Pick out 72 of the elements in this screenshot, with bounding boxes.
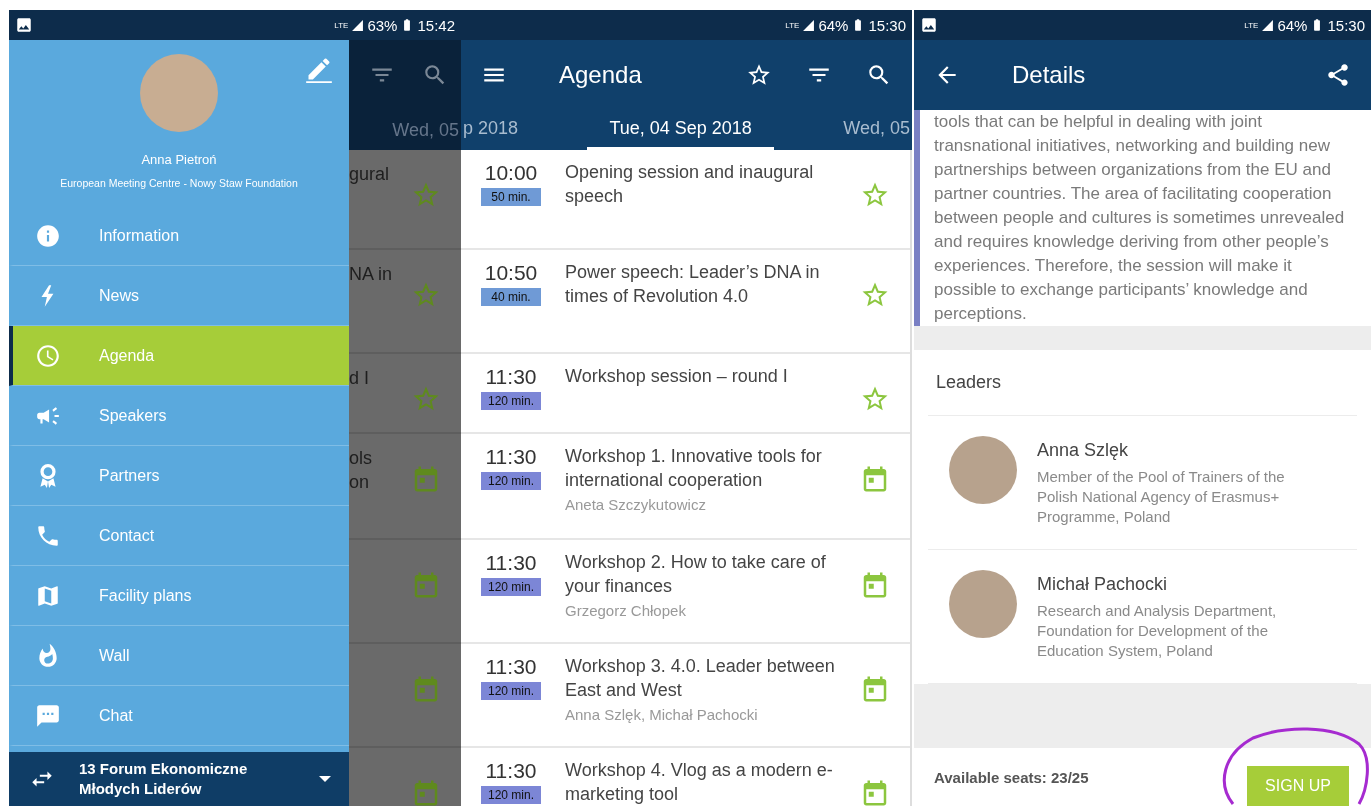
session-row[interactable]: 11:30 120 min. Workshop 3. 4.0. Leader between East and West Anna Szlęk, Michał Pachocki	[461, 644, 910, 748]
signal-icon	[802, 18, 816, 32]
event-title: 13 Forum Ekonomiczne Młodych Liderów	[79, 759, 249, 799]
session-title: Workshop 3. 4.0. Leader between East and West	[565, 655, 836, 702]
session-time: 11:30	[485, 758, 537, 784]
duration-badge: 120 min.	[481, 682, 541, 700]
session-time: 11:30	[485, 444, 537, 470]
leader-role: Research and Analysis Department, Foundation for Development of the Education System, Poland	[1037, 601, 1278, 661]
session-row[interactable]: 11:30 120 min. Workshop 4. Vlog as a modern e-marketing tool	[461, 748, 910, 806]
duration-badge: 120 min.	[481, 392, 541, 410]
duration-badge: 120 min.	[481, 786, 541, 804]
session-time: 11:30	[485, 654, 537, 680]
session-row[interactable]: 10:00 50 min. Opening session and inaugural speech	[461, 150, 910, 250]
info-icon	[35, 222, 61, 249]
profile-organization: European Meeting Centre - Nowy Staw Foundation	[60, 177, 298, 189]
duration-badge: 50 min.	[481, 188, 541, 206]
clock-icon	[35, 342, 61, 369]
battery-level: 63%	[367, 16, 398, 34]
session-speakers: Anna Szlęk, Michał Pachocki	[565, 706, 759, 723]
session-row[interactable]: 11:30 120 min. Workshop 1. Innovative tools for international cooperation Aneta Szczykutowicz	[461, 434, 910, 540]
date-tab[interactable]: Tue, 04 Sep 2018	[587, 110, 774, 150]
session-row[interactable]: 10:50 40 min. Power speech: Leader’s DNA in times of Revolution 4.0	[461, 250, 910, 354]
leader-name: Michał Pachocki	[1037, 574, 1169, 595]
share-icon[interactable]	[1325, 62, 1351, 88]
session-title-fragment: ols	[349, 447, 372, 470]
duration-badge: 40 min.	[481, 288, 541, 306]
screen-title: Agenda	[559, 61, 642, 89]
screen-title: Details	[1012, 61, 1086, 89]
network-type: LTE	[1244, 20, 1259, 30]
date-tab-label: Wed, 05	[392, 119, 459, 141]
session-row[interactable]: 11:30 120 min. Workshop 2. How to take care of your finances Grzegorz Chłopek	[461, 540, 910, 644]
leader-role: Member of the Pool of Trainers of the Polish National Agency of Erasmus+ Programme, Poland	[1037, 467, 1286, 527]
session-title-fragment: d I	[349, 367, 369, 390]
date-tab[interactable]: Wed, 05	[841, 110, 912, 150]
duration-badge: 120 min.	[481, 472, 541, 490]
date-tab[interactable]: p 2018	[461, 110, 521, 150]
leader-row[interactable]: Michał Pachocki Research and Analysis Department, Foundation for Development of the Education System, Poland	[928, 550, 1357, 684]
session-title-fragment: NA in	[349, 263, 393, 286]
chat-bubble-icon	[35, 702, 61, 729]
network-type: LTE	[334, 20, 349, 30]
network-type: LTE	[785, 20, 800, 30]
signal-icon	[351, 18, 365, 32]
clock-time: 15:30	[868, 16, 906, 34]
leader-row[interactable]: Anna Szlęk Member of the Pool of Trainers of the Polish National Agency of Erasmus+ Programme, Poland	[928, 416, 1357, 550]
section-heading: Leaders	[928, 350, 1357, 416]
star-icon[interactable]	[746, 62, 772, 88]
session-title: Workshop session – round I	[565, 365, 789, 388]
session-time: 11:30	[485, 364, 537, 390]
session-title: Workshop 4. Vlog as a modern e-marketing tool	[565, 759, 834, 806]
available-seats: Available seats: 23/25	[934, 768, 1247, 786]
session-time: 11:30	[485, 550, 537, 576]
session-title-fragment: on	[349, 471, 370, 494]
session-speakers: Grzegorz Chłopek	[565, 602, 687, 619]
event-switcher[interactable]: 13 Forum Ekonomiczne Młodych Liderów	[9, 752, 349, 806]
profile-name: Anna Pietroń	[141, 152, 217, 167]
battery-level: 64%	[1277, 16, 1308, 34]
session-speakers: Aneta Szczykutowicz	[565, 496, 707, 513]
caret-icon	[319, 776, 331, 782]
clock-time: 15:30	[1327, 16, 1365, 34]
session-title: Power speech: Leader’s DNA in times of Revolution 4.0	[565, 261, 821, 308]
battery-level: 64%	[818, 16, 849, 34]
clock-time: 15:42	[417, 16, 455, 34]
session-row[interactable]: 11:30 120 min. Workshop session – round I	[461, 354, 910, 434]
session-time: 10:00	[484, 160, 538, 186]
session-title: Workshop 1. Innovative tools for international cooperation	[565, 445, 823, 492]
duration-badge: 120 min.	[481, 578, 541, 596]
session-title-fragment: gural	[349, 163, 390, 186]
session-title: Workshop 2. How to take care of your finances	[565, 551, 827, 598]
session-time: 10:50	[484, 260, 538, 286]
signal-icon	[1261, 18, 1275, 32]
leader-name: Anna Szlęk	[1037, 440, 1130, 461]
session-title: Opening session and inaugural speech	[565, 161, 815, 208]
